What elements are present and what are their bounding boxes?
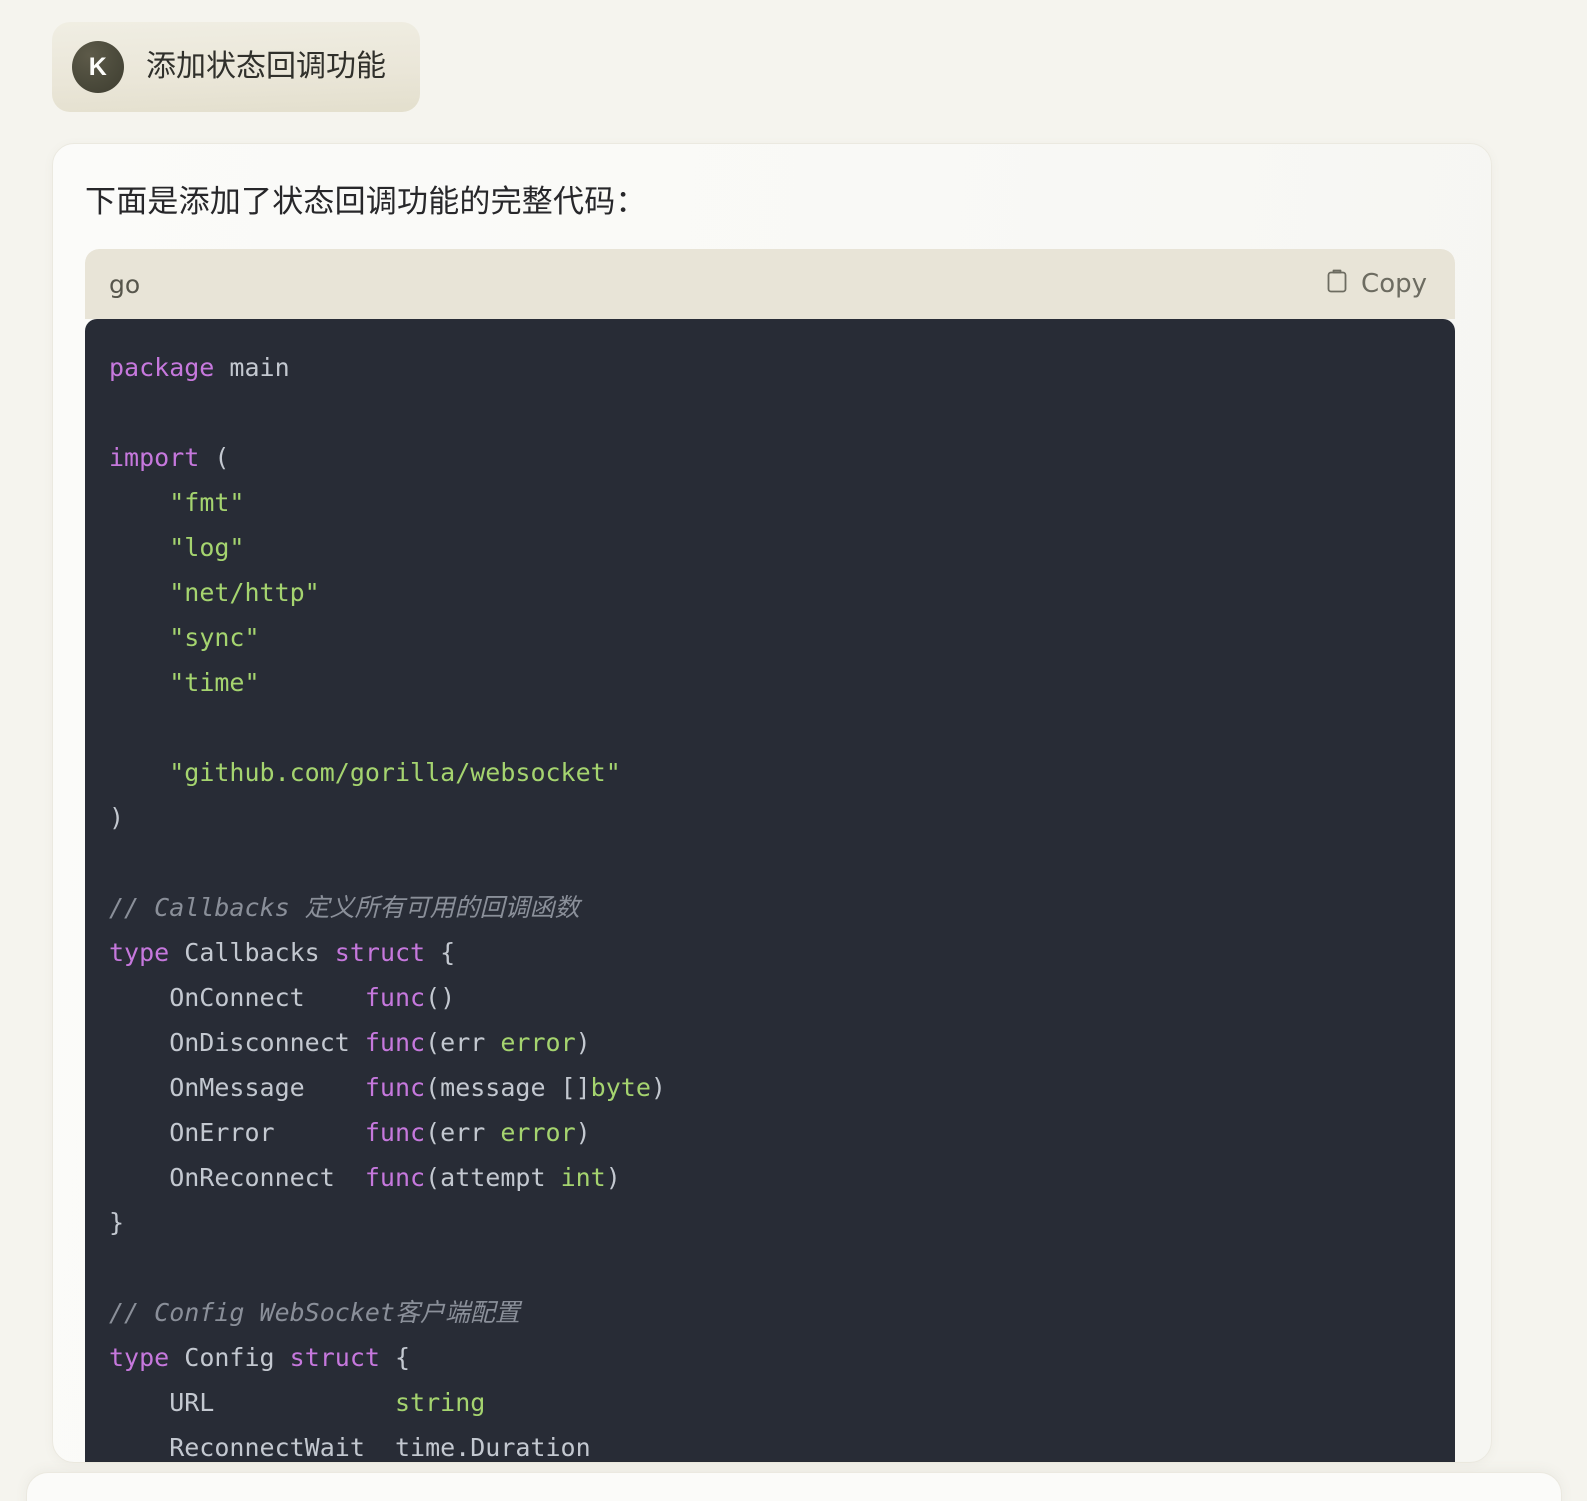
code-line: OnError func(err error) <box>85 1110 1455 1155</box>
code-token: } <box>109 1208 125 1237</box>
code-token: struct <box>289 1343 380 1372</box>
code-line: OnDisconnect func(err error) <box>85 1020 1455 1065</box>
code-token: type <box>109 1343 170 1372</box>
code-line: OnReconnect func(attempt int) <box>85 1155 1455 1200</box>
copy-button[interactable]: Copy <box>1325 268 1427 301</box>
code-token: "log" <box>169 533 245 562</box>
code-token: "net/http" <box>169 578 320 607</box>
code-token: { <box>379 1343 411 1372</box>
code-line: URL string <box>85 1380 1455 1425</box>
code-token: "fmt" <box>169 488 245 517</box>
code-token: func <box>364 1028 426 1057</box>
code-line: "github.com/gorilla/websocket" <box>85 750 1455 795</box>
code-line: "log" <box>85 525 1455 570</box>
code-line: // Config WebSocket客户端配置 <box>85 1290 1455 1335</box>
code-token: ReconnectWait time.Duration <box>109 1433 591 1462</box>
code-token: () <box>425 983 456 1012</box>
code-line: "time" <box>85 660 1455 705</box>
code-line: package main <box>85 345 1455 390</box>
code-token: func <box>364 1163 426 1192</box>
code-token: Callbacks <box>169 938 335 967</box>
code-token: "sync" <box>169 623 260 652</box>
code-token: (err <box>425 1028 501 1057</box>
code-line: type Config struct { <box>85 1335 1455 1380</box>
code-token: error <box>500 1028 576 1057</box>
code-token: ) <box>650 1073 666 1102</box>
code-token: "time" <box>169 668 260 697</box>
code-token: OnReconnect <box>109 1163 365 1192</box>
clipboard-icon <box>1325 268 1349 301</box>
code-token: type <box>109 938 170 967</box>
code-token: ) <box>575 1028 591 1057</box>
code-token: // Config WebSocket客户端配置 <box>109 1298 520 1327</box>
avatar: K <box>72 41 124 93</box>
code-line: ) <box>85 795 1455 840</box>
code-token: func <box>364 983 426 1012</box>
code-language-label: go <box>109 269 141 299</box>
code-token: URL <box>109 1388 395 1417</box>
user-message-text: 添加状态回调功能 <box>146 49 386 84</box>
code-token: (attempt <box>425 1163 561 1192</box>
code-token: OnDisconnect <box>109 1028 365 1057</box>
code-token: ) <box>605 1163 621 1192</box>
code-token: OnMessage <box>109 1073 365 1102</box>
assistant-intro-text: 下面是添加了状态回调功能的完整代码： <box>85 184 647 220</box>
code-token: main <box>214 353 290 382</box>
code-token: Config <box>169 1343 290 1372</box>
code-token: error <box>500 1118 576 1147</box>
code-token: (err <box>425 1118 501 1147</box>
code-line: "net/http" <box>85 570 1455 615</box>
code-token: int <box>560 1163 606 1192</box>
code-token: ( <box>199 443 230 472</box>
code-line: "fmt" <box>85 480 1455 525</box>
code-token: "github.com/gorilla/websocket" <box>169 758 621 787</box>
code-line: // Callbacks 定义所有可用的回调函数 <box>85 885 1455 930</box>
composer-panel[interactable] <box>26 1472 1562 1501</box>
code-line: OnMessage func(message []byte) <box>85 1065 1455 1110</box>
code-line: type Callbacks struct { <box>85 930 1455 975</box>
code-token: string <box>394 1388 486 1417</box>
assistant-response-card: 下面是添加了状态回调功能的完整代码： go Copy package main … <box>52 143 1492 1463</box>
code-token: { <box>425 938 456 967</box>
user-message-bubble: K 添加状态回调功能 <box>52 22 420 112</box>
code-token: (message [] <box>425 1073 591 1102</box>
code-line: OnConnect func() <box>85 975 1455 1020</box>
code-content[interactable]: package main import ( "fmt" "log" "net/h… <box>85 319 1455 1462</box>
code-line: ReconnectWait time.Duration <box>85 1425 1455 1462</box>
code-block: go Copy package main import ( "fmt" "log… <box>85 249 1455 1462</box>
code-token: ) <box>109 803 125 832</box>
code-line: "sync" <box>85 615 1455 660</box>
code-token: func <box>364 1118 426 1147</box>
code-token: byte <box>590 1073 651 1102</box>
code-token: func <box>364 1073 426 1102</box>
code-token: struct <box>334 938 426 967</box>
code-line: import ( <box>85 435 1455 480</box>
code-token: import <box>109 443 200 472</box>
code-block-header: go Copy <box>85 249 1455 319</box>
code-token: ) <box>575 1118 591 1147</box>
code-token: OnConnect <box>109 983 365 1012</box>
copy-button-label: Copy <box>1361 269 1427 299</box>
code-token: // Callbacks 定义所有可用的回调函数 <box>109 893 580 922</box>
code-line: } <box>85 1200 1455 1245</box>
user-message-turn: K 添加状态回调功能 <box>52 22 420 112</box>
code-token: package <box>109 353 215 382</box>
code-token: OnError <box>109 1118 365 1147</box>
